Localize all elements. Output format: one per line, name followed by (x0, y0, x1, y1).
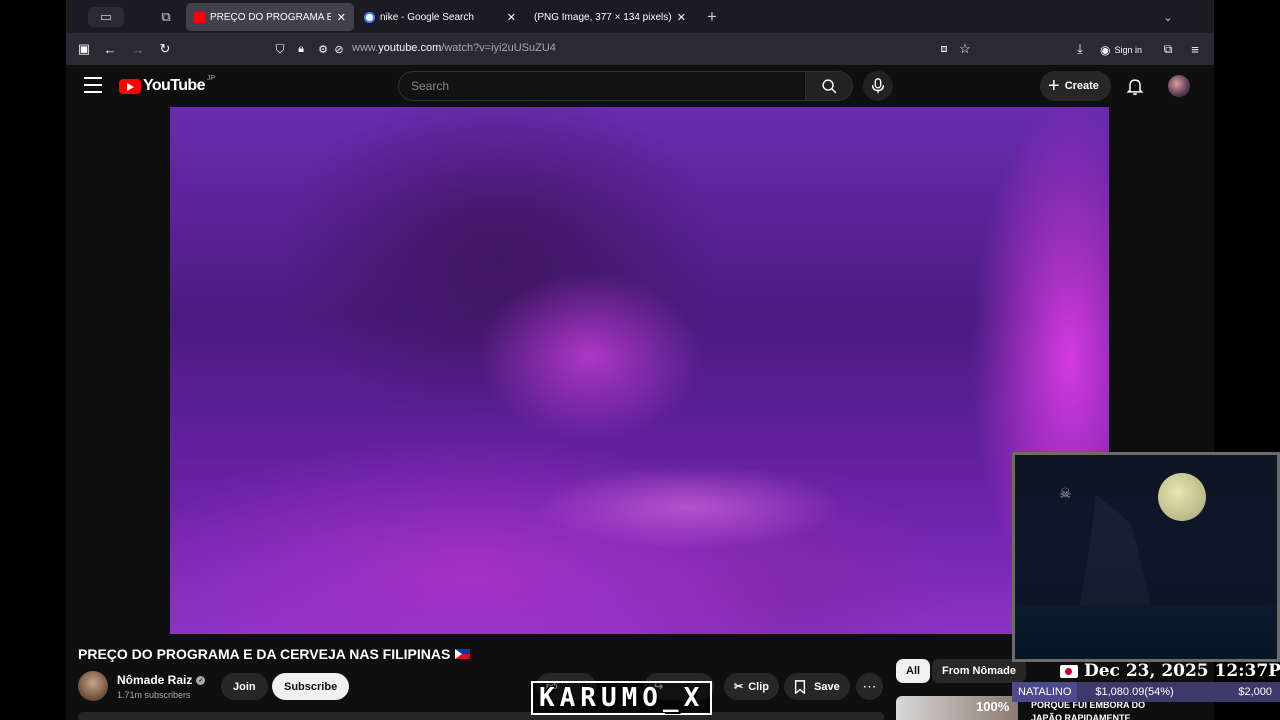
search-box[interactable] (398, 71, 806, 101)
video-title-text: PREÇO DO PROGRAMA E DA CERVEJA NAS FILIP… (78, 646, 451, 662)
hamburger-menu-icon[interactable] (84, 77, 102, 93)
tab-youtube-video[interactable]: PREÇO DO PROGRAMA E DA CERVEJA NAS FILIP… (186, 3, 354, 31)
tab-overview-icon[interactable]: ⧉ (156, 7, 176, 27)
extensions-icon[interactable]: ⧉ (1159, 40, 1177, 58)
recommended-video-title[interactable]: PORQUE FUI EMBORA DO JAPÃO RAPIDAMENTE (1031, 699, 1161, 720)
tab-png-image[interactable]: (PNG Image, 377 × 134 pixels) ✕ (526, 3, 694, 31)
tab-google-search[interactable]: nike - Google Search ✕ (356, 3, 524, 31)
skull-flag-icon: ☠ (1059, 485, 1072, 501)
sidebar-icon[interactable]: ▣ (75, 40, 93, 58)
channel-avatar[interactable] (78, 671, 108, 701)
video-player[interactable] (170, 107, 1109, 634)
stream-overlay-scene: ☠ ▪▪▪ (1012, 452, 1280, 662)
channel-name[interactable]: Nômade Raiz ✓ (117, 673, 206, 687)
scissors-icon: ✂ (734, 681, 744, 693)
philippines-flag-icon (455, 649, 471, 659)
youtube-header: YouTube JP + Create (66, 65, 1214, 107)
save-playlist-icon (794, 679, 806, 694)
tab-title: (PNG Image, 377 × 134 pixels) (534, 11, 671, 23)
save-label: Save (814, 680, 840, 693)
plus-icon: + (1048, 75, 1060, 97)
tracking-protection-icon[interactable]: ⛉ (271, 40, 289, 58)
video-title: PREÇO DO PROGRAMA E DA CERVEJA NAS FILIP… (78, 646, 471, 662)
search-icon (821, 78, 836, 93)
navigation-bar: ▣ ← → ↻ ⛉ 🔒︎ ⚙ ⊘ www.youtube.com/watch?v… (66, 33, 1214, 65)
save-button[interactable]: Save (784, 673, 850, 700)
close-tab-icon[interactable]: ✕ (507, 11, 516, 24)
donation-goal-bar: NATALINO $1,080.09(54%) $2,000 (1012, 682, 1280, 702)
google-favicon-icon (364, 11, 375, 23)
voice-search-button[interactable] (863, 71, 893, 101)
more-actions-icon[interactable]: ⋯ (856, 673, 883, 700)
list-all-tabs-icon[interactable]: ⌄ (1158, 7, 1178, 27)
search-input[interactable] (411, 79, 791, 93)
clip-button[interactable]: ✂ Clip (724, 673, 779, 700)
overlay-date-text: Dec 23, 2025 12:37PM (1084, 661, 1280, 681)
url-bar[interactable]: www.youtube.com/watch?v=iyi2uUSuZU4 (352, 42, 556, 54)
sea (1015, 605, 1277, 659)
notifications-bell-icon[interactable] (1125, 76, 1145, 96)
japan-flag-icon (1060, 664, 1078, 678)
downloads-icon[interactable]: ⤓ (1071, 40, 1089, 58)
close-tab-icon[interactable]: ✕ (677, 11, 686, 24)
url-prefix: www. (352, 42, 379, 54)
picture-in-picture-icon[interactable]: ⧈ (935, 40, 953, 58)
tab-strip: ▭ ⧉ PREÇO DO PROGRAMA E DA CERVEJA NAS F… (66, 0, 1214, 33)
moon-icon (1158, 473, 1206, 521)
back-icon[interactable]: ← (101, 40, 119, 58)
sign-in-button[interactable]: ◉ Sign in (1100, 41, 1142, 58)
streamer-watermark: KARUMO_X (531, 681, 713, 715)
reload-icon[interactable]: ↻ (156, 40, 174, 58)
subscribe-button[interactable]: Subscribe (272, 673, 350, 700)
create-label: Create (1064, 80, 1099, 92)
region-code: JP (206, 74, 216, 82)
sign-in-label: Sign in (1114, 44, 1143, 55)
search-button[interactable] (805, 71, 853, 101)
url-domain: youtube.com (378, 42, 442, 54)
goal-name: NATALINO (1012, 682, 1078, 702)
clip-label: Clip (748, 680, 769, 693)
url-path: /watch?v=iyi2uUSuZU4 (441, 42, 556, 54)
youtube-logo[interactable]: YouTube JP (119, 74, 216, 95)
tab-title: nike - Google Search (380, 11, 474, 23)
channel-name-text: Nômade Raiz (117, 673, 193, 687)
create-button[interactable]: + Create (1040, 71, 1111, 101)
account-icon: ◉ (1100, 42, 1111, 57)
user-avatar[interactable] (1168, 75, 1190, 97)
chip-all[interactable]: All (896, 659, 931, 683)
youtube-play-icon (119, 78, 141, 94)
new-tab-icon[interactable]: + (702, 7, 722, 27)
chip-from-channel[interactable]: From Nômade (932, 659, 1026, 683)
lock-icon[interactable]: 🔒︎ (292, 40, 310, 58)
app-menu-icon[interactable]: ≡ (1186, 40, 1204, 58)
youtube-favicon-icon (194, 11, 205, 23)
forward-icon[interactable]: → (129, 40, 147, 58)
microphone-icon (871, 78, 885, 94)
verified-check-icon: ✓ (196, 675, 206, 685)
join-button[interactable]: Join (221, 673, 268, 700)
tab-title: PREÇO DO PROGRAMA E DA CERVEJA NAS FILIP… (210, 11, 331, 23)
thumbnail-badge: 100% (976, 699, 1010, 714)
goal-current: $1,080.09(54%) (1095, 686, 1174, 698)
bookmark-star-icon[interactable]: ☆ (956, 40, 974, 58)
overlay-date: Dec 23, 2025 12:37PM (1060, 661, 1280, 681)
logo-text: YouTube (143, 77, 205, 94)
close-tab-icon[interactable]: ✕ (337, 11, 346, 24)
sidebar-toggle-icon[interactable]: ▭ (88, 7, 124, 27)
subscriber-count: 1.71m subscribers (117, 690, 191, 700)
description-box[interactable] (78, 712, 884, 720)
autoplay-blocked-icon[interactable]: ⊘ (330, 40, 348, 58)
goal-target: $2,000 (1238, 686, 1272, 698)
